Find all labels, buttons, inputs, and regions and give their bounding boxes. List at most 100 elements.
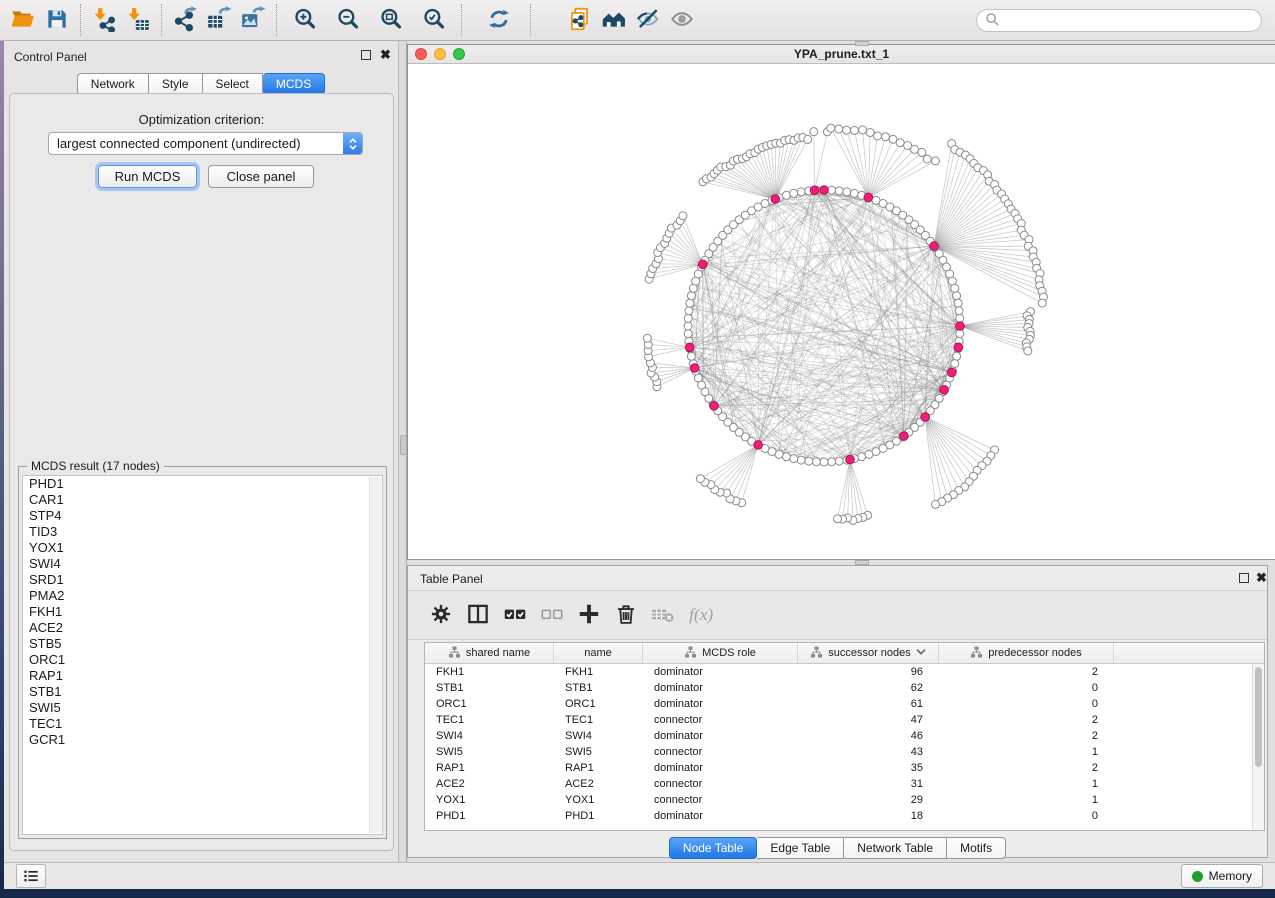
mcds-result-item[interactable]: SWI5: [23, 700, 382, 716]
zoom-in-button[interactable]: [283, 3, 326, 37]
table-cell[interactable]: RAP1: [554, 760, 643, 776]
tab-edge-table[interactable]: Edge Table: [757, 837, 844, 859]
table-row[interactable]: YOX1YOX1connector291: [425, 792, 1264, 808]
table-row[interactable]: ORC1ORC1dominator610: [425, 696, 1264, 712]
table-row[interactable]: SWI5SWI5connector431: [425, 744, 1264, 760]
column-header-name[interactable]: name: [554, 643, 643, 663]
table-cell[interactable]: ORC1: [425, 696, 554, 712]
table-cell[interactable]: TEC1: [425, 712, 554, 728]
run-mcds-button[interactable]: Run MCDS: [98, 165, 197, 188]
table-cell[interactable]: TEC1: [554, 712, 643, 728]
table-cell[interactable]: dominator: [643, 696, 798, 712]
zoom-check-button[interactable]: [412, 3, 455, 37]
houses-button[interactable]: [597, 3, 631, 37]
network-window-titlebar[interactable]: YPA_prune.txt_1: [408, 45, 1275, 64]
criterion-dropdown[interactable]: largest connected component (undirected): [48, 132, 363, 155]
table-cell[interactable]: 43: [798, 744, 939, 760]
tab-network-table[interactable]: Network Table: [844, 837, 947, 859]
table-cell[interactable]: 2: [939, 712, 1114, 728]
table-row[interactable]: RAP1RAP1dominator352: [425, 760, 1264, 776]
mcds-result-item[interactable]: STB5: [23, 636, 382, 652]
table-cell[interactable]: SWI4: [425, 728, 554, 744]
import-table-button[interactable]: [121, 3, 155, 37]
add-button[interactable]: [570, 598, 607, 632]
table-cell[interactable]: STB1: [554, 680, 643, 696]
mcds-result-item[interactable]: SWI4: [23, 556, 382, 572]
table-cell[interactable]: dominator: [643, 664, 798, 680]
table-cell[interactable]: 96: [798, 664, 939, 680]
table-cell[interactable]: 0: [939, 808, 1114, 824]
search-box[interactable]: [976, 9, 1262, 32]
export-table-button[interactable]: [202, 3, 236, 37]
doc-network-button[interactable]: [563, 3, 597, 37]
float-panel-icon[interactable]: [361, 50, 371, 60]
eye-gray-button[interactable]: [665, 3, 699, 37]
mcds-result-item[interactable]: GCR1: [23, 732, 382, 748]
mcds-result-item[interactable]: ACE2: [23, 620, 382, 636]
mcds-result-item[interactable]: TEC1: [23, 716, 382, 732]
panel-splitter[interactable]: [399, 41, 407, 862]
save-button[interactable]: [40, 3, 74, 37]
panes-button[interactable]: [459, 598, 496, 632]
zoom-fit-button[interactable]: [369, 3, 412, 37]
tab-motifs[interactable]: Motifs: [947, 837, 1006, 859]
table-cell[interactable]: PHD1: [554, 808, 643, 824]
table-cell[interactable]: 0: [939, 696, 1114, 712]
zoom-out-button[interactable]: [326, 3, 369, 37]
gear-button[interactable]: [422, 598, 459, 632]
column-header-predecessor-nodes[interactable]: predecessor nodes: [939, 643, 1114, 663]
table-cell[interactable]: dominator: [643, 680, 798, 696]
table-cell[interactable]: 61: [798, 696, 939, 712]
table-cell[interactable]: dominator: [643, 760, 798, 776]
mcds-list-scrollbar[interactable]: [369, 477, 381, 833]
close-panel-icon[interactable]: ✖: [380, 50, 391, 60]
table-cell[interactable]: 62: [798, 680, 939, 696]
tab-node-table[interactable]: Node Table: [669, 837, 758, 859]
splitter-handle-icon[interactable]: [400, 435, 407, 455]
table-cell[interactable]: 31: [798, 776, 939, 792]
memory-button[interactable]: Memory: [1181, 864, 1263, 888]
close-table-panel-icon[interactable]: ✖: [1256, 573, 1267, 583]
task-history-button[interactable]: [16, 864, 46, 888]
mcds-result-item[interactable]: RAP1: [23, 668, 382, 684]
deselect-all-button[interactable]: [533, 598, 570, 632]
table-cell[interactable]: SWI5: [554, 744, 643, 760]
refresh-button[interactable]: [482, 3, 516, 37]
table-cell[interactable]: dominator: [643, 808, 798, 824]
eye-slash-button[interactable]: [631, 3, 665, 37]
float-table-panel-icon[interactable]: [1239, 573, 1249, 583]
select-all-button[interactable]: [496, 598, 533, 632]
mcds-result-item[interactable]: PMA2: [23, 588, 382, 604]
table-cell[interactable]: 2: [939, 760, 1114, 776]
table-cell[interactable]: STB1: [425, 680, 554, 696]
table-cell[interactable]: FKH1: [425, 664, 554, 680]
table-cell[interactable]: 2: [939, 664, 1114, 680]
tab-style[interactable]: Style: [149, 73, 203, 95]
mcds-result-list[interactable]: PHD1CAR1STP4TID3YOX1SWI4SRD1PMA2FKH1ACE2…: [22, 475, 383, 835]
mcds-result-item[interactable]: FKH1: [23, 604, 382, 620]
mcds-result-item[interactable]: STB1: [23, 684, 382, 700]
mcds-result-item[interactable]: PHD1: [23, 476, 382, 492]
table-row[interactable]: ACE2ACE2connector311: [425, 776, 1264, 792]
table-row[interactable]: PHD1PHD1dominator180: [425, 808, 1264, 824]
table-cell[interactable]: SWI5: [425, 744, 554, 760]
column-header-successor-nodes[interactable]: successor nodes: [798, 643, 939, 663]
export-network-button[interactable]: [168, 3, 202, 37]
table-cell[interactable]: 29: [798, 792, 939, 808]
table-row[interactable]: STB1STB1dominator620: [425, 680, 1264, 696]
mcds-result-item[interactable]: TID3: [23, 524, 382, 540]
network-canvas[interactable]: [408, 63, 1274, 559]
table-scrollbar[interactable]: [1252, 664, 1264, 830]
table-cell[interactable]: 2: [939, 728, 1114, 744]
table-cell[interactable]: YOX1: [425, 792, 554, 808]
tab-network[interactable]: Network: [77, 73, 149, 95]
table-cell[interactable]: 47: [798, 712, 939, 728]
table-cell[interactable]: 1: [939, 776, 1114, 792]
mcds-result-item[interactable]: ORC1: [23, 652, 382, 668]
table-scrollbar-thumb[interactable]: [1255, 667, 1262, 767]
table-cell[interactable]: dominator: [643, 728, 798, 744]
table-row[interactable]: FKH1FKH1dominator962: [425, 664, 1264, 680]
table-cell[interactable]: connector: [643, 744, 798, 760]
table-cell[interactable]: ACE2: [554, 776, 643, 792]
export-image-button[interactable]: [236, 3, 270, 37]
